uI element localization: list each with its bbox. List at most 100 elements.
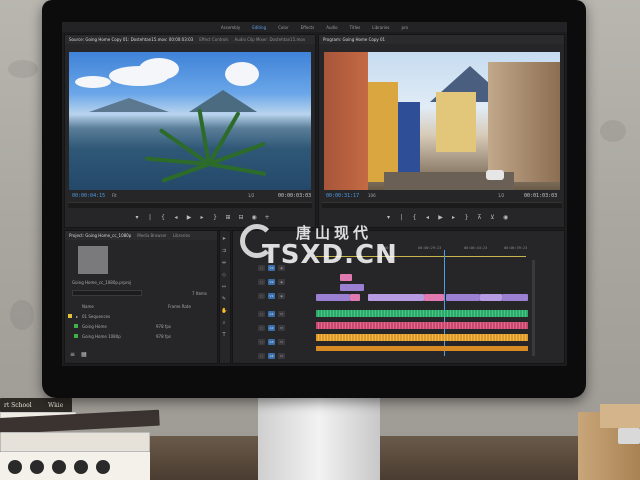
track-eye-icon[interactable]: ◉ <box>278 293 285 299</box>
track-mute-icon[interactable]: M <box>278 339 285 345</box>
timeline-vertical-scrollbar[interactable] <box>532 260 535 356</box>
track-label[interactable]: V2 <box>268 279 275 285</box>
audio-clip[interactable] <box>316 334 528 341</box>
workspace-tab[interactable]: Audio <box>326 25 337 30</box>
track-label[interactable]: A4 <box>268 353 275 359</box>
track-label[interactable]: V3 <box>268 265 275 271</box>
go-to-out-icon[interactable]: } <box>213 214 218 220</box>
project-item-sequence[interactable]: Going Home 978 fps <box>68 322 214 330</box>
pen-tool-icon[interactable]: ✎ <box>221 296 227 302</box>
track-label[interactable]: A3 <box>268 339 275 345</box>
video-clip[interactable] <box>502 294 528 301</box>
track-header-a3[interactable]: ▢ A3 M <box>258 338 314 346</box>
mark-out-icon[interactable]: | <box>148 214 153 220</box>
track-mute-icon[interactable]: M <box>278 325 285 331</box>
source-scale-dropdown[interactable]: 1/2 <box>248 193 254 198</box>
track-header-a4[interactable]: ▢ A4 M <box>258 352 314 360</box>
workspace-tab-active[interactable]: Editing <box>252 25 266 30</box>
hand-tool-icon[interactable]: ✋ <box>221 308 227 314</box>
column-name-header[interactable]: Name <box>68 304 164 309</box>
source-fit-dropdown[interactable]: Fit <box>112 193 117 198</box>
program-scrub-bar[interactable] <box>322 202 562 208</box>
track-select-tool-icon[interactable]: ⇉ <box>221 248 227 254</box>
selection-tool-icon[interactable]: ➤ <box>221 236 227 242</box>
track-eye-icon[interactable]: ◉ <box>278 265 285 271</box>
track-mute-icon[interactable]: M <box>278 311 285 317</box>
track-header-a2[interactable]: ▢ A2 M <box>258 324 314 332</box>
track-header-v2[interactable]: ▢ V2 ◉ <box>258 278 314 286</box>
slip-tool-icon[interactable]: ↔ <box>221 284 227 290</box>
workspace-tab[interactable]: Assembly <box>221 25 240 30</box>
step-back-icon[interactable]: ◂ <box>425 214 430 220</box>
track-lock-icon[interactable]: ▢ <box>258 339 265 345</box>
workspace-tab[interactable]: Titles <box>350 25 361 30</box>
track-lock-icon[interactable]: ▢ <box>258 293 265 299</box>
play-icon[interactable]: ▶ <box>187 214 192 220</box>
icon-view-icon[interactable]: ▦ <box>81 352 87 358</box>
type-tool-icon[interactable]: T <box>221 332 227 338</box>
tab-media-browser[interactable]: Media Browser <box>137 233 167 238</box>
mark-in-icon[interactable]: ▾ <box>135 214 140 220</box>
tab-effect-controls[interactable]: Effect Controls <box>199 37 228 42</box>
tab-audio-clip-mixer[interactable]: Audio Clip Mixer: Dostehtan15.mov <box>235 37 306 42</box>
video-clip[interactable] <box>340 274 352 281</box>
track-header-a1[interactable]: ▢ A1 M <box>258 310 314 318</box>
project-item-sequence[interactable]: Going Home 1080p 978 fps <box>68 332 214 340</box>
audio-clip[interactable] <box>316 310 528 317</box>
source-scrub-bar[interactable] <box>68 202 312 208</box>
video-clip[interactable] <box>424 294 444 301</box>
workspace-tab[interactable]: Libraries <box>372 25 389 30</box>
ripple-edit-tool-icon[interactable]: ⇹ <box>221 260 227 266</box>
workspace-tab[interactable]: pro <box>402 25 409 30</box>
track-lock-icon[interactable]: ▢ <box>258 265 265 271</box>
work-area-bar[interactable] <box>316 256 526 257</box>
play-icon[interactable]: ▶ <box>438 214 443 220</box>
track-lock-icon[interactable]: ▢ <box>258 311 265 317</box>
video-clip[interactable] <box>350 294 360 301</box>
workspace-tab[interactable]: Color <box>278 25 288 30</box>
project-search-input[interactable] <box>72 290 142 296</box>
tab-project[interactable]: Project: Going Home_cc_1080p <box>69 233 131 238</box>
tab-source[interactable]: Source: Going Home Copy 01: Dostehtan15.… <box>69 37 193 42</box>
step-forward-icon[interactable]: ▸ <box>200 214 205 220</box>
insert-icon[interactable]: ⊞ <box>226 214 231 220</box>
mark-out-icon[interactable]: | <box>399 214 404 220</box>
step-back-icon[interactable]: ◂ <box>174 214 179 220</box>
go-to-in-icon[interactable]: { <box>161 214 166 220</box>
audio-clip[interactable] <box>316 346 528 351</box>
go-to-out-icon[interactable]: } <box>464 214 469 220</box>
track-label[interactable]: V1 <box>268 293 275 299</box>
add-icon[interactable]: + <box>265 214 270 220</box>
column-rate-header[interactable]: Frame Rate <box>168 304 191 309</box>
lift-icon[interactable]: ⊼ <box>477 214 482 220</box>
track-eye-icon[interactable]: ◉ <box>278 279 285 285</box>
list-view-icon[interactable]: ≡ <box>70 352 75 358</box>
razor-tool-icon[interactable]: ◇ <box>221 272 227 278</box>
video-clip[interactable] <box>368 294 424 301</box>
video-clip[interactable] <box>446 294 480 301</box>
mark-in-icon[interactable]: ▾ <box>386 214 391 220</box>
track-label[interactable]: A1 <box>268 311 275 317</box>
video-clip[interactable] <box>316 294 350 301</box>
track-mute-icon[interactable]: M <box>278 353 285 359</box>
camera-icon[interactable]: ◉ <box>503 214 508 220</box>
program-timecode-in[interactable]: 00:00:31:17 <box>326 193 359 199</box>
tab-program[interactable]: Program: Going Home Copy 01 <box>323 37 385 42</box>
go-to-in-icon[interactable]: { <box>412 214 417 220</box>
track-header-v3[interactable]: ▢ V3 ◉ <box>258 264 314 272</box>
zoom-tool-icon[interactable]: ⌕ <box>221 320 227 326</box>
source-timecode-in[interactable]: 00:00:04:15 <box>72 193 105 199</box>
track-lock-icon[interactable]: ▢ <box>258 325 265 331</box>
step-forward-icon[interactable]: ▸ <box>451 214 456 220</box>
video-clip[interactable] <box>340 284 364 291</box>
video-clip[interactable] <box>480 294 502 301</box>
program-scale-dropdown[interactable]: 1/2 <box>498 193 504 198</box>
track-lock-icon[interactable]: ▢ <box>258 279 265 285</box>
tab-libraries[interactable]: Libraries <box>173 233 190 238</box>
program-fit-dropdown[interactable]: 106 <box>368 193 376 198</box>
project-item-bin[interactable]: ▸ 01 Sequences <box>68 312 110 320</box>
track-label[interactable]: A2 <box>268 325 275 331</box>
extract-icon[interactable]: ⊻ <box>490 214 495 220</box>
audio-clip[interactable] <box>316 322 528 329</box>
track-header-v1[interactable]: ▢ V1 ◉ <box>258 292 314 300</box>
